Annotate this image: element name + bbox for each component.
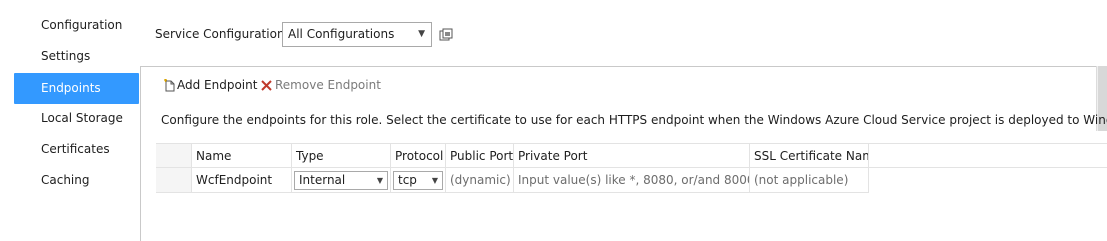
grid-header: Name Type Protocol Public Port Private P… <box>156 144 1107 168</box>
table-row[interactable]: WcfEndpoint Internal ▼ tcp ▼ (dynamic) I… <box>156 168 1107 193</box>
cell-type: Internal ▼ <box>292 168 391 193</box>
manage-configurations-icon[interactable] <box>439 28 453 42</box>
type-value: Internal <box>299 173 346 187</box>
cell-ssl-certificate[interactable]: (not applicable) <box>750 168 869 193</box>
column-header-filler <box>869 144 1107 168</box>
cell-protocol: tcp ▼ <box>391 168 446 193</box>
column-header-private-port[interactable]: Private Port <box>514 144 750 168</box>
endpoints-description: Configure the endpoints for this role. S… <box>161 113 1107 127</box>
service-configuration-label: Service Configuration: <box>155 27 289 41</box>
row-header[interactable] <box>156 168 192 193</box>
column-header-type[interactable]: Type <box>292 144 391 168</box>
remove-endpoint-label: Remove Endpoint <box>275 78 381 92</box>
chevron-down-icon: ▼ <box>376 176 383 185</box>
sidebar: Configuration Settings Endpoints Local S… <box>0 0 140 241</box>
sidebar-item-certificates[interactable]: Certificates <box>14 134 139 165</box>
column-header-protocol[interactable]: Protocol <box>391 144 446 168</box>
column-header-name[interactable]: Name <box>192 144 292 168</box>
add-endpoint-label: Add Endpoint <box>177 78 258 92</box>
service-configuration-value: All Configurations <box>288 27 395 41</box>
row-header-corner <box>156 144 192 168</box>
column-header-ssl-certificate-name[interactable]: SSL Certificate Name <box>750 144 869 168</box>
sidebar-item-settings[interactable]: Settings <box>14 41 139 72</box>
add-endpoint-button[interactable]: Add Endpoint <box>163 76 257 94</box>
sidebar-item-configuration[interactable]: Configuration <box>14 10 139 41</box>
cell-public-port[interactable]: (dynamic) <box>446 168 514 193</box>
protocol-value: tcp <box>398 173 417 187</box>
endpoints-grid: Name Type Protocol Public Port Private P… <box>156 143 1107 193</box>
cell-name[interactable]: WcfEndpoint <box>192 168 292 193</box>
add-document-icon <box>164 79 175 92</box>
column-header-public-port[interactable]: Public Port <box>446 144 514 168</box>
sidebar-item-caching[interactable]: Caching <box>14 165 139 196</box>
sidebar-item-endpoints[interactable]: Endpoints <box>14 73 139 104</box>
cell-private-port[interactable]: Input value(s) like *, 8080, or/and 8000… <box>514 168 750 193</box>
row-filler <box>869 168 1107 193</box>
protocol-select[interactable]: tcp ▼ <box>393 171 443 190</box>
service-configuration-select[interactable]: All Configurations ▼ <box>282 22 432 47</box>
remove-endpoint-button[interactable]: Remove Endpoint <box>260 76 381 94</box>
chevron-down-icon: ▼ <box>431 176 438 185</box>
type-select[interactable]: Internal ▼ <box>294 171 388 190</box>
close-icon <box>261 80 272 91</box>
sidebar-item-local-storage[interactable]: Local Storage <box>14 103 139 134</box>
chevron-down-icon: ▼ <box>418 29 425 39</box>
